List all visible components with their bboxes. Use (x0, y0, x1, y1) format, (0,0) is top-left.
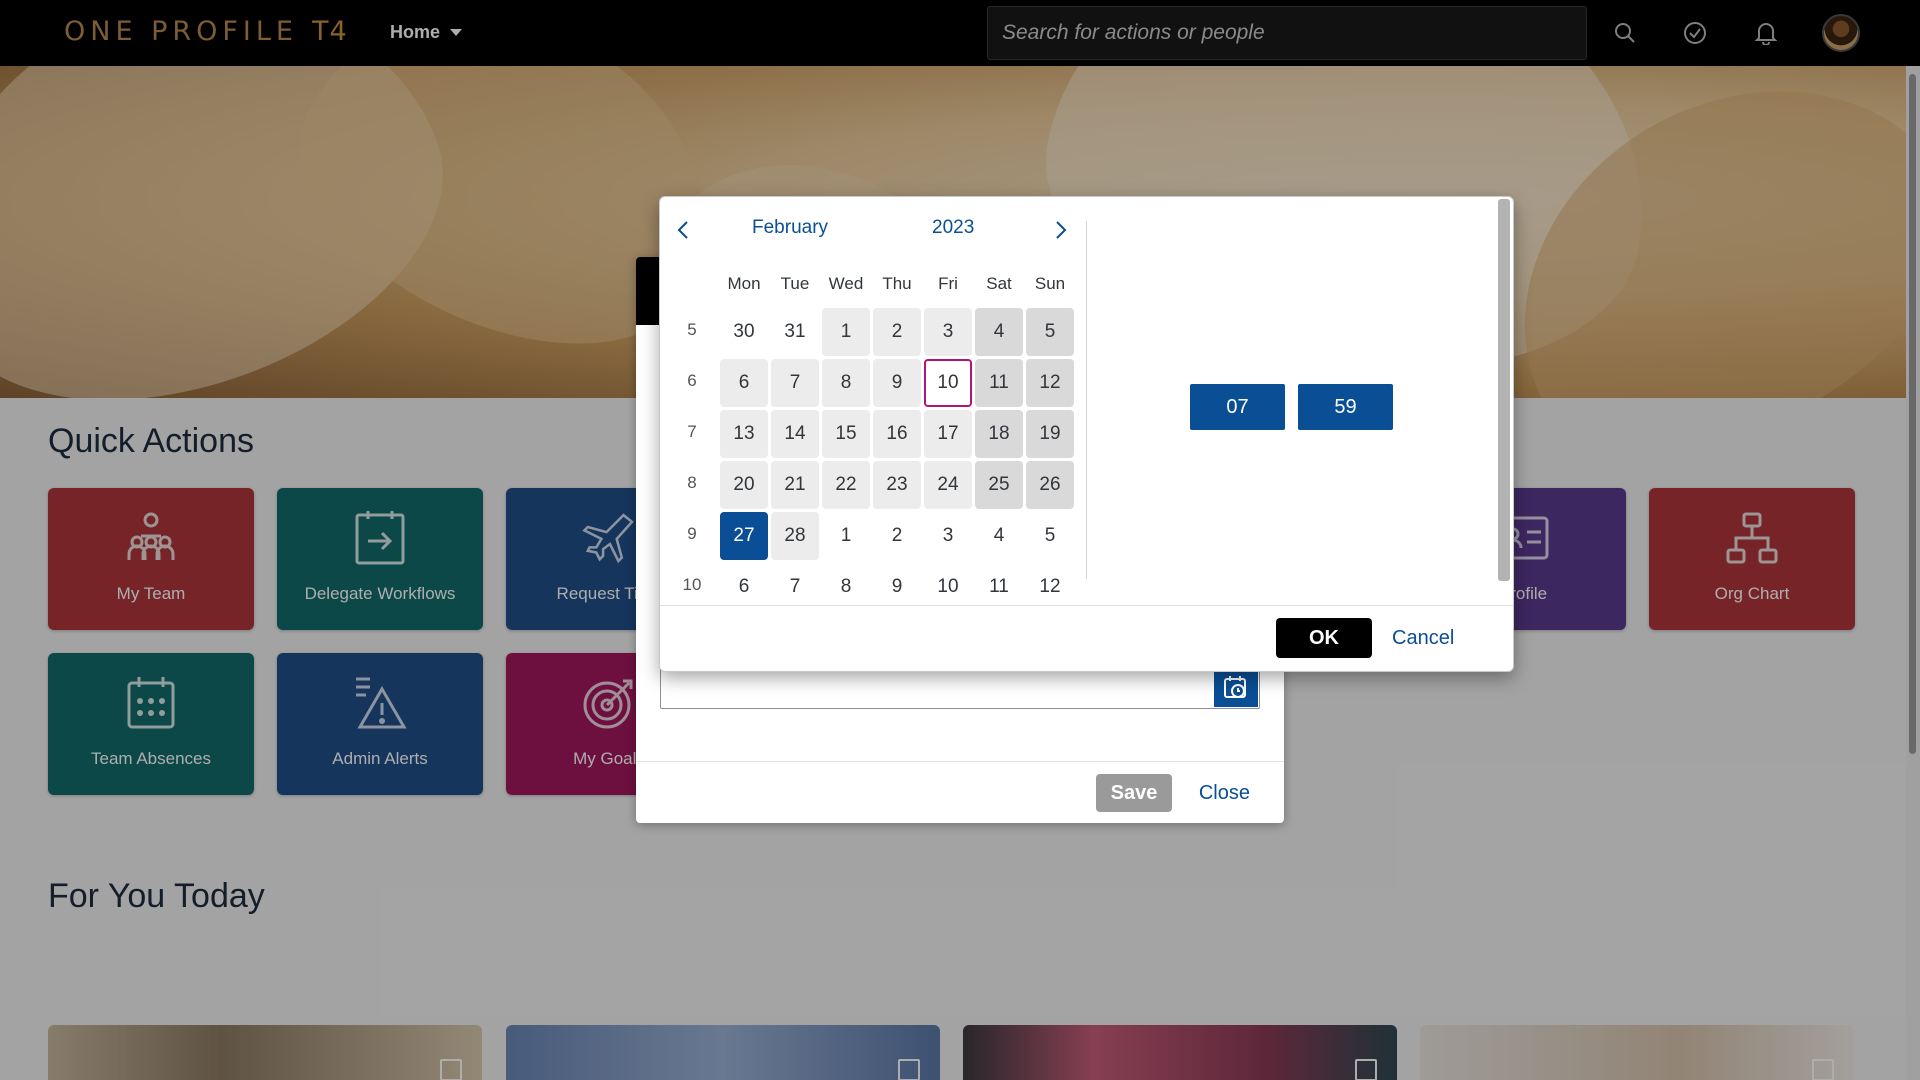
calendar-day[interactable]: 31 (771, 308, 819, 356)
calendar-day[interactable]: 5 (1026, 308, 1074, 356)
save-button[interactable]: Save (1096, 774, 1172, 812)
calendar-day[interactable]: 28 (771, 512, 819, 560)
calendar-day[interactable]: 22 (822, 461, 870, 509)
calendar-day[interactable]: 6 (720, 359, 768, 407)
week-number: 10 (682, 575, 702, 594)
cancel-button[interactable]: Cancel (1392, 618, 1454, 658)
hour-selector[interactable]: 07 (1190, 384, 1285, 430)
picker-scrollbar[interactable] (1496, 197, 1512, 583)
calendar-day[interactable]: 4 (975, 512, 1023, 560)
calendar-day[interactable]: 25 (975, 461, 1023, 509)
calendar-day[interactable]: 15 (822, 410, 870, 458)
calendar-day[interactable]: 3 (924, 308, 972, 356)
close-button[interactable]: Close (1199, 774, 1250, 812)
previous-month-button[interactable] (668, 215, 698, 245)
calendar-day[interactable]: 7 (771, 359, 819, 407)
weekday-label: Sun (1034, 274, 1066, 293)
calendar-day[interactable]: 4 (975, 308, 1023, 356)
weekday-label: Tue (780, 274, 810, 293)
calendar-day[interactable]: 21 (771, 461, 819, 509)
week-number: 7 (687, 422, 697, 441)
next-month-button[interactable] (1046, 215, 1076, 245)
calendar-day[interactable]: 1 (822, 308, 870, 356)
calendar-day[interactable]: 12 (1026, 563, 1074, 611)
calendar-day[interactable]: 18 (975, 410, 1023, 458)
week-number: 5 (687, 320, 697, 339)
year-button[interactable]: 2023 (932, 217, 974, 239)
calendar-day[interactable]: 2 (873, 308, 921, 356)
minute-selector[interactable]: 59 (1298, 384, 1393, 430)
datetime-picker-button[interactable] (1214, 669, 1258, 707)
picker-footer: OK Cancel (660, 605, 1513, 671)
calendar-header: February 2023 (660, 215, 1080, 245)
week-number: 9 (687, 524, 697, 543)
calendar-day[interactable]: 8 (822, 563, 870, 611)
calendar-day[interactable]: 16 (873, 410, 921, 458)
calendar-day[interactable]: 20 (720, 461, 768, 509)
calendar-day[interactable]: 14 (771, 410, 819, 458)
calendar-day[interactable]: 11 (975, 563, 1023, 611)
calendar-day[interactable]: 8 (822, 359, 870, 407)
calendar-day[interactable]: 9 (873, 563, 921, 611)
calendar-day[interactable]: 17 (924, 410, 972, 458)
calendar-day[interactable]: 9 (873, 359, 921, 407)
calendar-day[interactable]: 5 (1026, 512, 1074, 560)
calendar-day[interactable]: 11 (975, 359, 1023, 407)
calendar-day[interactable]: 13 (720, 410, 768, 458)
calendar-day[interactable]: 12 (1026, 359, 1074, 407)
picker-scrollbar-thumb[interactable] (1498, 199, 1510, 581)
chevron-left-icon (677, 221, 688, 239)
datetime-picker: February 2023 Mon Tue Wed Thu Fri Sat Sun 5 30 3… (659, 196, 1514, 672)
calendar-day[interactable]: 6 (720, 563, 768, 611)
week-number: 8 (687, 473, 697, 492)
calendar-day[interactable]: 19 (1026, 410, 1074, 458)
weekday-label: Fri (938, 274, 958, 293)
calendar-day[interactable]: 3 (924, 512, 972, 560)
weekday-label: Wed (828, 274, 864, 293)
week-number: 6 (687, 371, 697, 390)
calendar-day[interactable]: 24 (924, 461, 972, 509)
calendar-day[interactable]: 30 (720, 308, 768, 356)
calendar-day[interactable]: 7 (771, 563, 819, 611)
weekday-label: Thu (882, 274, 912, 293)
month-button[interactable]: February (752, 217, 828, 239)
calendar-clock-icon (1224, 676, 1246, 698)
dialog-footer: Save Close (636, 761, 1284, 823)
weekday-label: Sat (986, 274, 1012, 293)
picker-divider (1086, 221, 1087, 579)
chevron-right-icon (1056, 221, 1067, 239)
calendar-day[interactable]: 2 (873, 512, 921, 560)
datetime-input[interactable] (660, 667, 1260, 709)
calendar-day[interactable]: 27 (720, 512, 768, 560)
ok-button[interactable]: OK (1276, 618, 1372, 658)
calendar-day[interactable]: 10 (924, 359, 972, 407)
calendar-day[interactable]: 23 (873, 461, 921, 509)
calendar-day[interactable]: 26 (1026, 461, 1074, 509)
calendar-day[interactable]: 10 (924, 563, 972, 611)
weekday-label: Mon (727, 274, 761, 293)
calendar-day[interactable]: 1 (822, 512, 870, 560)
